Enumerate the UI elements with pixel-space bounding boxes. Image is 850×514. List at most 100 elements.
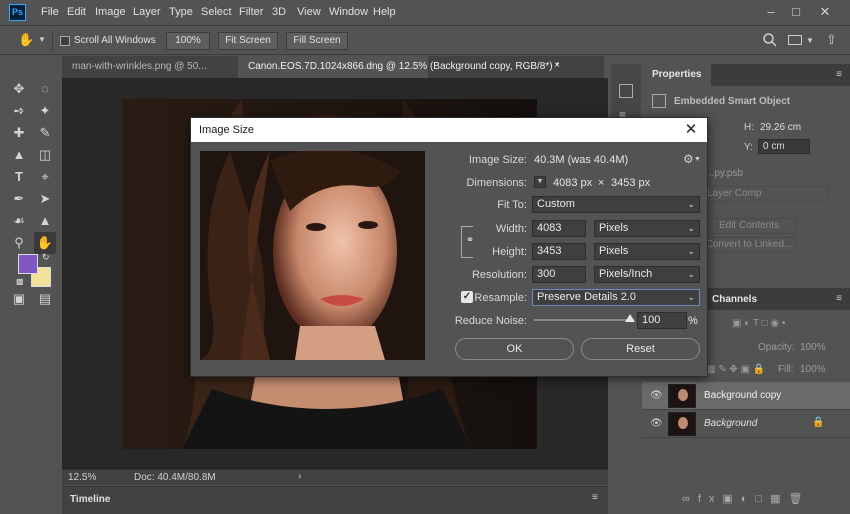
- layers-menu-icon[interactable]: ≡: [836, 293, 842, 304]
- hand-tool-icon[interactable]: ✋: [18, 32, 34, 48]
- menu-view[interactable]: View: [297, 6, 321, 18]
- move-tool-icon[interactable]: ✥: [8, 78, 30, 100]
- fit-screen-button[interactable]: Fit Screen: [218, 32, 278, 50]
- ellipse-marquee-icon[interactable]: ◌: [34, 78, 56, 100]
- height-unit-select[interactable]: Pixels ⌄: [594, 243, 700, 260]
- h-value[interactable]: 29.26 cm: [760, 122, 801, 133]
- layer-actions-icons[interactable]: ∞fx▣◐□▦🗑: [682, 492, 842, 505]
- swap-colors-icon[interactable]: ↻: [42, 252, 50, 263]
- menu-type[interactable]: Type: [169, 6, 193, 18]
- maximize-icon[interactable]: □: [787, 3, 805, 21]
- zoom-100-button[interactable]: 100%: [166, 32, 210, 50]
- close-tab-icon[interactable]: ×: [554, 60, 560, 71]
- lasso-icon[interactable]: ➺: [8, 100, 30, 122]
- dialog-close-icon[interactable]: ✕: [681, 120, 701, 140]
- path-selection-icon[interactable]: ➤: [34, 188, 56, 210]
- dimensions-height: 3453 px: [611, 177, 651, 189]
- settings-chevron-icon[interactable]: ▼: [694, 156, 701, 163]
- menu-filter[interactable]: Filter: [239, 6, 263, 18]
- workspace-icon[interactable]: [788, 35, 802, 45]
- smudge-icon[interactable]: ☙: [8, 210, 30, 232]
- close-icon[interactable]: ✕: [816, 3, 834, 21]
- scroll-all-windows-checkbox[interactable]: [60, 36, 70, 46]
- reduce-noise-input[interactable]: 100: [637, 312, 687, 329]
- resample-select[interactable]: Preserve Details 2.0 ⌄: [532, 289, 700, 306]
- default-colors-icon[interactable]: ▩: [16, 277, 24, 286]
- menu-select[interactable]: Select: [201, 6, 232, 18]
- menu-edit[interactable]: Edit: [67, 6, 86, 18]
- layer-comp-value: Layer Comp: [707, 188, 762, 199]
- reduce-noise-slider-handle[interactable]: [625, 314, 635, 322]
- visibility-eye-icon[interactable]: 👁: [650, 418, 664, 430]
- dialog-title: Image Size: [199, 124, 255, 136]
- menu-bar: Ps File Edit Image Layer Type Select Fil…: [0, 0, 850, 26]
- menu-file[interactable]: File: [41, 6, 59, 18]
- reduce-noise-slider-track[interactable]: [534, 319, 634, 321]
- chevron-down-icon[interactable]: ▼: [38, 35, 46, 44]
- type-tool-icon[interactable]: T: [8, 166, 30, 188]
- panel-menu-icon[interactable]: ≡: [836, 69, 842, 80]
- tab-man-with-wrinkles[interactable]: man-with-wrinkles.png @ 50...: [62, 56, 238, 78]
- minimize-icon[interactable]: –: [762, 3, 780, 21]
- shape-triangle-icon[interactable]: ▲: [34, 210, 56, 232]
- fill-value[interactable]: 100%: [800, 364, 826, 375]
- reset-button[interactable]: Reset: [581, 338, 700, 360]
- share-icon[interactable]: ⇧: [826, 32, 837, 48]
- visibility-eye-icon[interactable]: 👁: [650, 390, 664, 402]
- timeline-menu-icon[interactable]: ≡: [592, 492, 598, 503]
- spot-healing-icon[interactable]: ✚: [8, 122, 30, 144]
- hand-tool-selected-icon[interactable]: ✋: [34, 232, 56, 254]
- layer-filter-icons[interactable]: ▣ ◐ T □ ◉ •: [732, 318, 842, 332]
- resolution-input[interactable]: 300: [532, 266, 586, 283]
- resolution-unit-select[interactable]: Pixels/Inch ⌄: [594, 266, 700, 283]
- fill-screen-button[interactable]: Fill Screen: [286, 32, 348, 50]
- menu-layer[interactable]: Layer: [133, 6, 161, 18]
- screen-mode-icon[interactable]: ▤: [34, 288, 56, 310]
- layer-name[interactable]: Background copy: [704, 390, 781, 401]
- timeline-tab[interactable]: Timeline: [70, 494, 110, 505]
- foreground-color-swatch[interactable]: [18, 254, 38, 274]
- layer-row-background[interactable]: 👁 Background 🔒: [642, 410, 850, 438]
- brush-icon[interactable]: ✎: [34, 122, 56, 144]
- width-unit-select[interactable]: Pixels ⌄: [594, 220, 700, 237]
- crop-icon[interactable]: ⌖: [34, 166, 56, 188]
- dialog-preview[interactable]: [200, 151, 425, 360]
- eraser-icon[interactable]: ◫: [34, 144, 56, 166]
- menu-image[interactable]: Image: [95, 6, 126, 18]
- dimensions-times: ×: [598, 177, 605, 189]
- magic-wand-icon[interactable]: ✦: [34, 100, 56, 122]
- opacity-value[interactable]: 100%: [800, 342, 826, 353]
- layer-comp-select[interactable]: Layer Comp: [702, 186, 828, 202]
- y-input[interactable]: 0 cm: [758, 139, 810, 154]
- workspace-chevron-icon[interactable]: ▼: [806, 36, 814, 45]
- ok-button[interactable]: OK: [455, 338, 574, 360]
- smart-object-file: ...py.psb: [706, 168, 744, 179]
- search-icon[interactable]: [762, 32, 778, 48]
- height-input[interactable]: 3453: [532, 243, 586, 260]
- pen-icon[interactable]: ✒: [8, 188, 30, 210]
- width-input[interactable]: 4083: [532, 220, 586, 237]
- tab-properties[interactable]: Properties: [642, 64, 712, 86]
- status-chevron-icon[interactable]: ›: [298, 471, 301, 482]
- layer-name[interactable]: Background: [704, 418, 757, 429]
- edit-contents-button[interactable]: Edit Contents: [702, 218, 796, 234]
- menu-3d[interactable]: 3D: [272, 6, 286, 18]
- menu-window[interactable]: Window: [329, 6, 368, 18]
- image-size-value: 40.3M (was 40.4M): [534, 154, 629, 166]
- menu-help[interactable]: Help: [373, 6, 396, 18]
- settings-gear-icon[interactable]: ⚙: [683, 152, 694, 166]
- fit-to-select[interactable]: Custom ⌄: [532, 196, 700, 213]
- history-icon[interactable]: [619, 84, 633, 98]
- tab-canon-dng[interactable]: Canon.EOS.7D.1024x866.dng @ 12.5% (Backg…: [238, 56, 559, 78]
- quick-mask-icon[interactable]: ▣: [8, 288, 30, 310]
- lock-icons[interactable]: ▩ ✎ ✥ ▣ 🔒: [706, 364, 765, 375]
- tab-channels[interactable]: Channels: [712, 294, 757, 305]
- layer-row-background-copy[interactable]: 👁 Background copy: [642, 382, 850, 410]
- zoom-tool-icon[interactable]: ⚲: [8, 232, 30, 254]
- lock-icon[interactable]: 🔒: [812, 417, 824, 428]
- zoom-level[interactable]: 12.5%: [68, 472, 96, 483]
- clone-stamp-icon[interactable]: ▲: [8, 144, 30, 166]
- dimensions-width: 4083 px: [553, 177, 593, 189]
- convert-linked-button[interactable]: Convert to Linked...: [702, 237, 796, 253]
- dimensions-unit-dropdown[interactable]: ▼: [534, 176, 546, 188]
